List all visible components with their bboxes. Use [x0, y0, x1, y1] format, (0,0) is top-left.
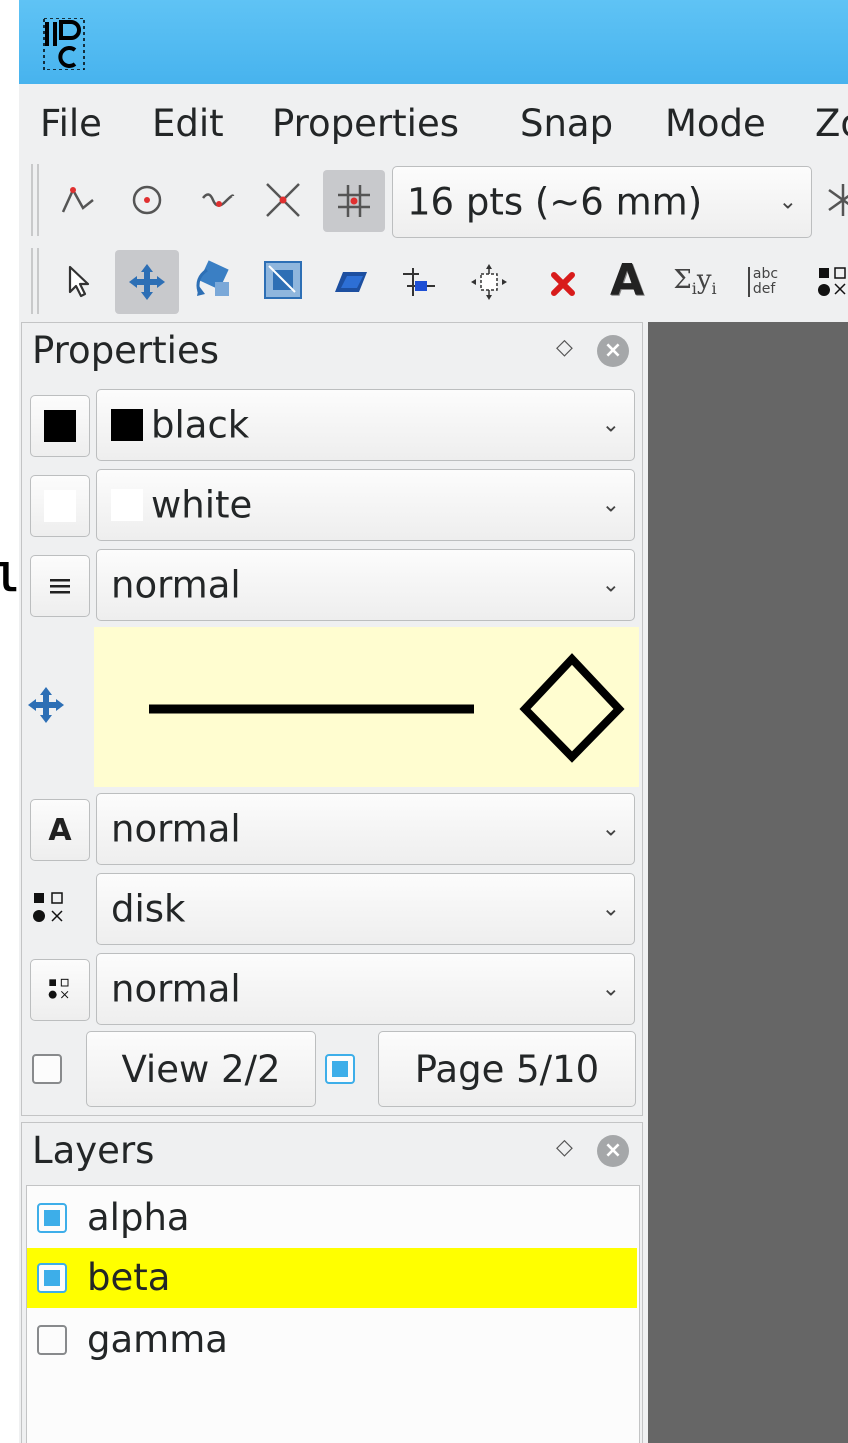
- fill-color-button[interactable]: [30, 475, 90, 537]
- stroke-color-value: black: [151, 403, 250, 447]
- pen-width-combo[interactable]: normal ⌄: [96, 549, 635, 621]
- fill-color-combo[interactable]: white ⌄: [96, 469, 635, 541]
- layers-title: Layers: [32, 1129, 155, 1172]
- view-button[interactable]: View 2/2: [86, 1031, 316, 1107]
- grid-size-combo[interactable]: 16 pts (~6 mm) ⌄: [392, 166, 812, 238]
- layer-name: gamma: [87, 1318, 228, 1361]
- select-icon[interactable]: [55, 258, 103, 306]
- stroke-color-combo[interactable]: black ⌄: [96, 389, 635, 461]
- text-icon[interactable]: A: [603, 255, 651, 306]
- pan-icon[interactable]: [465, 258, 513, 306]
- mark-shape-value: disk: [111, 887, 186, 931]
- layer-visible-checkbox[interactable]: [37, 1325, 67, 1355]
- page-label: Page 5/10: [414, 1047, 600, 1091]
- menu-mode[interactable]: Mode: [665, 102, 766, 145]
- layer-list: alpha beta gamma: [26, 1185, 640, 1443]
- menu-zoom[interactable]: Zo: [815, 102, 848, 145]
- layer-row-alpha[interactable]: alpha: [27, 1188, 637, 1248]
- math-icon[interactable]: Σiyi: [671, 258, 719, 306]
- chevron-down-icon: ⌄: [601, 412, 620, 438]
- menu-edit[interactable]: Edit: [152, 102, 224, 145]
- rotate-icon[interactable]: [191, 256, 239, 304]
- chevron-down-icon: ⌄: [601, 492, 620, 518]
- text-size-icon: A: [48, 812, 72, 848]
- pen-width-value: normal: [111, 563, 241, 607]
- text-size-button[interactable]: A: [30, 799, 90, 861]
- view-label: View 2/2: [121, 1047, 281, 1091]
- path-style-preview[interactable]: [94, 627, 639, 787]
- translate-icon[interactable]: [115, 250, 179, 314]
- pen-width-button[interactable]: [30, 555, 90, 617]
- stroke-combo-swatch: [111, 409, 143, 441]
- shear-icon[interactable]: [327, 258, 375, 306]
- text-size-combo[interactable]: normal ⌄: [96, 793, 635, 865]
- toolbar-handle[interactable]: [31, 248, 39, 314]
- delete-icon[interactable]: [539, 260, 587, 308]
- text-size-value: normal: [111, 807, 241, 851]
- close-icon[interactable]: ×: [597, 335, 629, 367]
- drawing-canvas[interactable]: [648, 322, 848, 1443]
- symbol-size-value: normal: [111, 967, 241, 1011]
- chevron-down-icon: ⌄: [778, 189, 797, 215]
- menu-snap[interactable]: Snap: [520, 102, 613, 145]
- close-icon[interactable]: ×: [597, 1135, 629, 1167]
- arrow-preview: [149, 653, 625, 763]
- page-button[interactable]: Page 5/10: [378, 1031, 636, 1107]
- toolbar-handle[interactable]: [31, 164, 39, 236]
- mode-toolbar: A Σiyi abc def: [19, 246, 848, 324]
- main-window: File Edit Properties Snap Mode Zo 16 pts…: [19, 84, 848, 1443]
- grid-size-value: 16 pts (~6 mm): [407, 180, 703, 224]
- snap-vertex-icon[interactable]: [53, 176, 101, 224]
- stroke-color-button[interactable]: [30, 395, 90, 457]
- float-icon[interactable]: ◇: [556, 335, 573, 360]
- layer-row-gamma[interactable]: gamma: [27, 1310, 637, 1370]
- layers-dock: Layers ◇ × alpha beta gamma: [21, 1122, 643, 1443]
- snap-grid-icon[interactable]: [323, 170, 385, 232]
- properties-title: Properties: [32, 329, 219, 372]
- stroke-swatch: [44, 410, 76, 442]
- mark-shape-icon: [33, 892, 63, 922]
- stray-glyph: l: [0, 556, 19, 600]
- mark-icon[interactable]: [809, 258, 848, 306]
- symbol-size-icon: [48, 978, 69, 999]
- menu-properties[interactable]: Properties: [272, 102, 459, 145]
- layer-visible-checkbox[interactable]: [37, 1263, 67, 1293]
- chevron-down-icon: ⌄: [601, 572, 620, 598]
- mark-shape-combo[interactable]: disk ⌄: [96, 873, 635, 945]
- chevron-down-icon: ⌄: [601, 976, 620, 1002]
- layer-name: alpha: [87, 1196, 190, 1239]
- symbol-size-button[interactable]: [30, 959, 90, 1021]
- move-icon[interactable]: [26, 685, 66, 725]
- fill-color-value: white: [151, 483, 253, 527]
- graph-icon[interactable]: [395, 258, 443, 306]
- layer-row-beta[interactable]: beta: [27, 1248, 637, 1308]
- chevron-down-icon: ⌄: [601, 816, 620, 842]
- fill-combo-swatch: [111, 489, 143, 521]
- snap-toolbar: 16 pts (~6 mm) ⌄: [19, 164, 848, 244]
- view-marked-checkbox[interactable]: [32, 1054, 62, 1084]
- chevron-down-icon: ⌄: [601, 896, 620, 922]
- stretch-icon[interactable]: [259, 256, 307, 304]
- pen-width-icon: [50, 579, 70, 594]
- properties-dock: Properties ◇ × black ⌄ white ⌄ normal ⌄: [21, 322, 643, 1116]
- snap-boundary-icon[interactable]: [193, 176, 241, 224]
- fill-swatch: [44, 490, 76, 522]
- layer-visible-checkbox[interactable]: [37, 1203, 67, 1233]
- paragraph-icon[interactable]: abc def: [739, 258, 787, 306]
- float-icon[interactable]: ◇: [556, 1135, 573, 1160]
- menu-file[interactable]: File: [40, 102, 102, 145]
- snap-center-icon[interactable]: [123, 176, 171, 224]
- menu-bar: File Edit Properties Snap Mode Zo: [19, 92, 848, 154]
- snap-angle-icon[interactable]: [819, 176, 848, 224]
- layer-name: beta: [87, 1256, 171, 1299]
- title-bar: [19, 0, 848, 84]
- symbol-size-combo[interactable]: normal ⌄: [96, 953, 635, 1025]
- snap-intersection-icon[interactable]: [259, 176, 307, 224]
- page-marked-checkbox[interactable]: [325, 1054, 355, 1084]
- app-logo-icon: [43, 18, 85, 70]
